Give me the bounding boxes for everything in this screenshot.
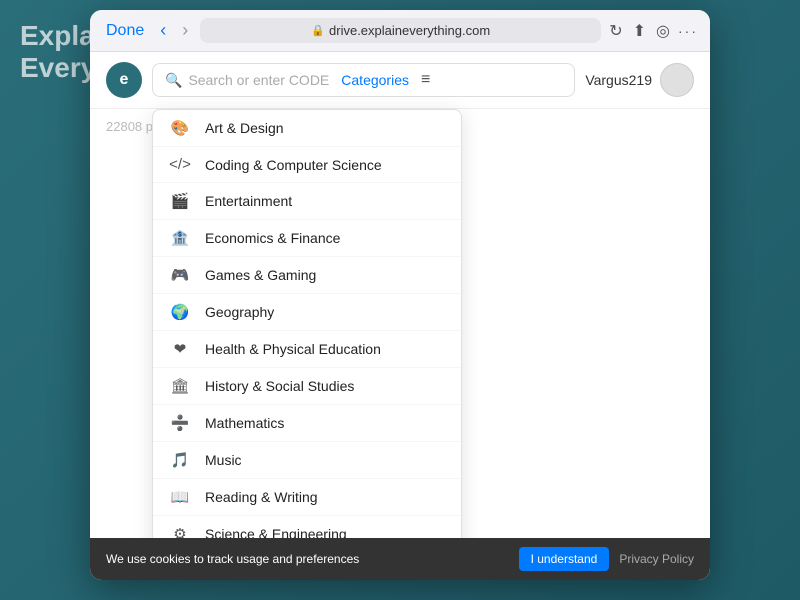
menu-item[interactable]: </> Coding & Computer Science: [153, 147, 461, 183]
user-area: Vargus219: [585, 63, 694, 97]
menu-item-label: Music: [205, 452, 242, 468]
menu-item[interactable]: 🎬 Entertainment: [153, 183, 461, 220]
logo-letter: e: [120, 71, 129, 89]
share-icon[interactable]: ⬆: [633, 21, 646, 41]
browser-toolbar: Done ‹ › 🔒 drive.explaineverything.com ↻…: [90, 10, 710, 52]
lock-icon: 🔒: [311, 24, 325, 37]
username-label: Vargus219: [585, 72, 652, 88]
site-header: e 🔍 Search or enter CODE Categories ≡ Va…: [90, 52, 710, 109]
menu-item-label: Games & Gaming: [205, 267, 316, 283]
menu-item[interactable]: 🎮 Games & Gaming: [153, 257, 461, 294]
menu-item-icon: 🎬: [169, 192, 191, 210]
menu-item[interactable]: 🎨 Art & Design: [153, 110, 461, 147]
menu-item-icon: ➗: [169, 414, 191, 432]
url-text: drive.explaineverything.com: [329, 23, 490, 38]
menu-item-label: Coding & Computer Science: [205, 157, 382, 173]
address-bar[interactable]: 🔒 drive.explaineverything.com: [200, 18, 601, 43]
toolbar-actions: ↻ ⬆ ◎: [609, 21, 670, 41]
more-options-icon[interactable]: ···: [678, 23, 698, 39]
menu-item-label: Mathematics: [205, 415, 284, 431]
menu-item-icon: ❤: [169, 340, 191, 358]
menu-item-icon: 🎮: [169, 266, 191, 284]
search-bar-container[interactable]: 🔍 Search or enter CODE Categories ≡: [152, 63, 575, 97]
understand-button[interactable]: I understand: [519, 547, 610, 571]
cookie-bar: We use cookies to track usage and prefer…: [90, 538, 710, 580]
menu-item-icon: 🌍: [169, 303, 191, 321]
user-avatar[interactable]: [660, 63, 694, 97]
hamburger-icon[interactable]: ≡: [421, 71, 430, 89]
menu-item-icon: 🎨: [169, 119, 191, 137]
menu-item-label: Economics & Finance: [205, 230, 340, 246]
done-button[interactable]: Done: [102, 20, 148, 42]
forward-button[interactable]: ›: [178, 18, 192, 43]
menu-item[interactable]: 🌍 Geography: [153, 294, 461, 331]
menu-item-icon: 🎵: [169, 451, 191, 469]
menu-item-label: Art & Design: [205, 120, 284, 136]
cookie-text: We use cookies to track usage and prefer…: [106, 552, 509, 566]
browser-window: Done ‹ › 🔒 drive.explaineverything.com ↻…: [90, 10, 710, 580]
menu-item[interactable]: 🎵 Music: [153, 442, 461, 479]
menu-item[interactable]: ❤ Health & Physical Education: [153, 331, 461, 368]
menu-item-icon: 📖: [169, 488, 191, 506]
menu-item-label: Reading & Writing: [205, 489, 318, 505]
website-content: e 🔍 Search or enter CODE Categories ≡ Va…: [90, 52, 710, 580]
privacy-policy-link[interactable]: Privacy Policy: [619, 552, 694, 566]
menu-item-label: Health & Physical Education: [205, 341, 381, 357]
menu-item-label: Geography: [205, 304, 274, 320]
site-logo: e: [106, 62, 142, 98]
menu-item-label: History & Social Studies: [205, 378, 354, 394]
menu-item[interactable]: 🏛 History & Social Studies: [153, 368, 461, 405]
categories-dropdown: 🎨 Art & Design </> Coding & Computer Scienc…: [152, 109, 462, 580]
menu-item[interactable]: ➗ Mathematics: [153, 405, 461, 442]
menu-item-icon: 🏛: [169, 377, 191, 395]
search-icon: 🔍: [165, 72, 182, 89]
compass-icon[interactable]: ◎: [656, 21, 670, 41]
menu-item-icon: </>: [169, 156, 191, 173]
categories-button[interactable]: Categories: [335, 72, 415, 88]
menu-item-label: Entertainment: [205, 193, 292, 209]
menu-item-icon: 🏦: [169, 229, 191, 247]
search-placeholder: Search or enter CODE: [188, 72, 329, 88]
menu-item[interactable]: 🏦 Economics & Finance: [153, 220, 461, 257]
back-button[interactable]: ‹: [156, 18, 170, 43]
refresh-icon[interactable]: ↻: [609, 21, 622, 41]
menu-item[interactable]: 📖 Reading & Writing: [153, 479, 461, 516]
